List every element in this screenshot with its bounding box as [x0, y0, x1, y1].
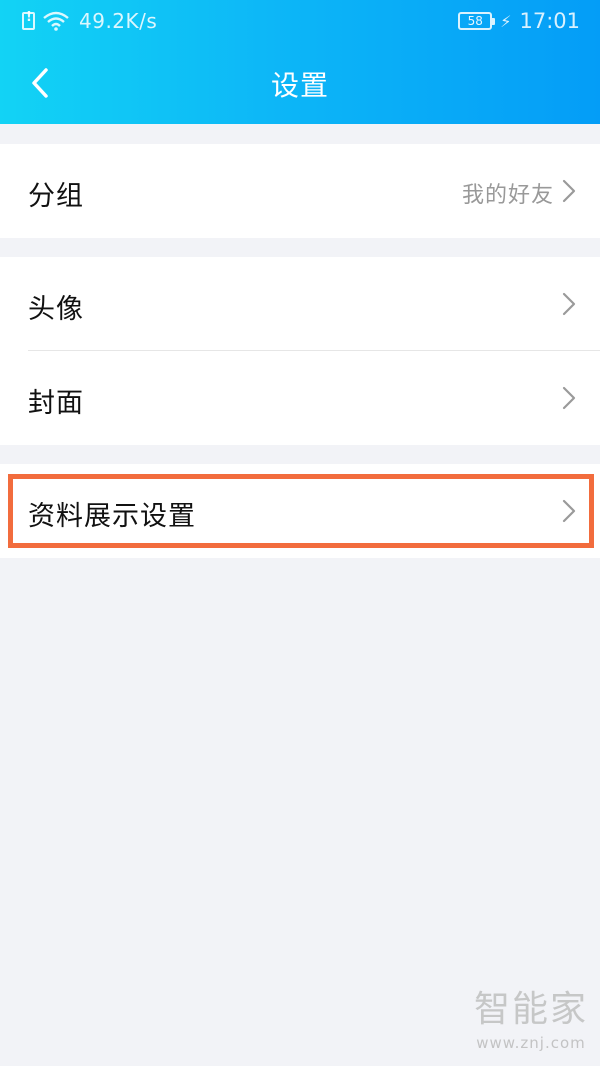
- status-bar: 49.2K/s 58 ⚡ 17:01: [0, 0, 600, 42]
- clock: 17:01: [519, 9, 580, 33]
- profile-display-section: 资料展示设置: [0, 464, 600, 558]
- group-section: 分组 我的好友: [0, 144, 600, 238]
- profile-display-settings-row[interactable]: 资料展示设置: [0, 464, 600, 558]
- watermark-brand: 智能家: [473, 989, 588, 1030]
- chevron-right-icon: [562, 292, 576, 316]
- page-title: 设置: [270, 69, 329, 102]
- watermark: 智能家 www.znj.com: [474, 980, 588, 1052]
- chevron-right-icon: [562, 179, 576, 203]
- header: 49.2K/s 58 ⚡ 17:01 设置: [0, 0, 600, 124]
- wifi-icon: [43, 11, 69, 31]
- watermark-url: www.znj.com: [476, 1034, 586, 1052]
- network-speed: 49.2K/s: [79, 9, 158, 33]
- cover-label: 封面: [28, 388, 84, 419]
- chevron-right-icon: [562, 499, 576, 523]
- group-row[interactable]: 分组 我的好友: [0, 144, 600, 238]
- avatar-label: 头像: [28, 294, 84, 325]
- cover-row[interactable]: 封面: [0, 351, 600, 445]
- group-label: 分组: [28, 181, 84, 212]
- appearance-section: 头像 封面: [0, 257, 600, 445]
- nav-bar: 设置: [0, 42, 600, 124]
- avatar-row[interactable]: 头像: [0, 257, 600, 351]
- group-value: 我的好友: [461, 183, 554, 208]
- sim-alert-icon: [22, 10, 35, 30]
- charging-icon: ⚡: [500, 11, 512, 31]
- profile-display-label: 资料展示设置: [28, 501, 196, 532]
- chevron-right-icon: [562, 386, 576, 410]
- battery-icon: 58: [458, 12, 496, 30]
